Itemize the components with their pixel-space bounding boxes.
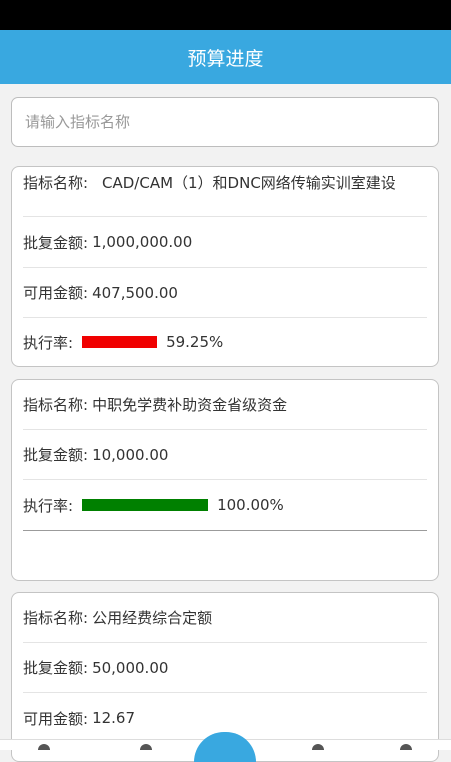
indicator-name-row: 指标名称: 公用经费综合定额 <box>23 593 427 643</box>
approved-amount-label: 批复金额: <box>23 233 89 252</box>
approved-amount-label: 批复金额: <box>23 446 89 464</box>
budget-card[interactable]: 指标名称: 中职免学费补助资金省级资金 批复金额: 10,000.00 执行率:… <box>11 379 439 581</box>
indicator-name-row: 指标名称: 中职免学费补助资金省级资金 <box>23 380 427 430</box>
search-box[interactable] <box>11 97 439 147</box>
available-amount-value: 12.67 <box>92 709 136 727</box>
execution-rate-label: 执行率: <box>23 333 74 352</box>
execution-rate-value: 59.25% <box>166 333 224 351</box>
card-divider <box>23 530 427 531</box>
execution-rate-row: 执行率: 100.00% <box>23 480 427 530</box>
nav-report-icon[interactable] <box>312 744 324 750</box>
execution-rate-value: 100.00% <box>217 496 284 514</box>
indicator-name-value: 公用经费综合定额 <box>92 609 213 627</box>
indicator-name-row: 指标名称: CAD/CAM（1）和DNC网络传输实训室建设 <box>23 167 427 217</box>
approved-amount-value: 50,000.00 <box>92 658 169 677</box>
available-amount-row: 可用金额: 407,500.00 <box>23 268 427 318</box>
nav-budget-icon[interactable] <box>140 744 152 750</box>
status-bar <box>0 0 451 30</box>
page-title: 预算进度 <box>187 47 264 70</box>
approved-amount-value: 1,000,000.00 <box>92 233 193 251</box>
indicator-name-label: 指标名称: <box>23 609 89 627</box>
available-amount-label: 可用金额: <box>23 709 89 728</box>
indicator-name-value: CAD/CAM（1）和DNC网络传输实训室建设 <box>102 174 396 192</box>
approved-amount-row: 批复金额: 1,000,000.00 <box>23 217 427 268</box>
indicator-name-value: 中职免学费补助资金省级资金 <box>92 396 288 414</box>
budget-card[interactable]: 指标名称: CAD/CAM（1）和DNC网络传输实训室建设 批复金额: 1,00… <box>11 166 439 367</box>
bottom-nav <box>0 732 451 762</box>
execution-rate-bar <box>82 499 209 511</box>
approved-amount-value: 10,000.00 <box>92 445 169 464</box>
execution-rate-label: 执行率: <box>23 496 74 515</box>
indicator-name-label: 指标名称: <box>23 396 89 414</box>
nav-home-icon[interactable] <box>38 744 50 750</box>
execution-rate-row: 执行率: 59.25% <box>23 318 427 366</box>
execution-rate-bar-track <box>82 499 209 511</box>
approved-amount-label: 批复金额: <box>23 659 89 677</box>
nav-profile-icon[interactable] <box>400 744 412 750</box>
approved-amount-row: 批复金额: 10,000.00 <box>23 430 427 480</box>
indicator-name-label: 指标名称: <box>23 174 89 192</box>
execution-rate-bar-track <box>82 336 158 348</box>
available-amount-value: 407,500.00 <box>92 283 178 302</box>
app-header: 预算进度 <box>0 30 451 84</box>
available-amount-label: 可用金额: <box>23 284 89 302</box>
execution-rate-bar <box>82 336 158 348</box>
approved-amount-row: 批复金额: 50,000.00 <box>23 643 427 693</box>
search-input[interactable] <box>23 112 427 132</box>
